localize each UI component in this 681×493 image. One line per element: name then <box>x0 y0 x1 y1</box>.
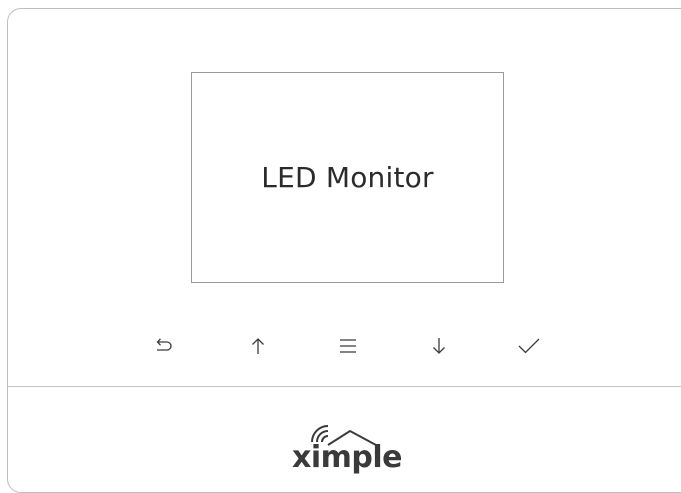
up-button[interactable] <box>245 333 271 359</box>
ximple-logo: ximple <box>292 419 442 473</box>
panel-divider <box>8 386 681 387</box>
down-button[interactable] <box>426 333 452 359</box>
menu-icon <box>340 339 356 353</box>
back-button[interactable] <box>151 333 177 359</box>
logo-wordmark: ximple <box>292 440 403 475</box>
arrow-down-icon <box>433 338 445 354</box>
arrow-up-icon <box>252 338 264 354</box>
led-monitor-screen: LED Monitor <box>191 72 504 283</box>
menu-button[interactable] <box>335 333 361 359</box>
checkmark-icon <box>518 338 540 354</box>
control-bar <box>8 333 681 363</box>
device-panel: LED Monitor ximple <box>7 8 681 493</box>
confirm-button[interactable] <box>516 333 542 359</box>
back-arrow-icon <box>156 338 172 351</box>
screen-label: LED Monitor <box>261 161 434 194</box>
